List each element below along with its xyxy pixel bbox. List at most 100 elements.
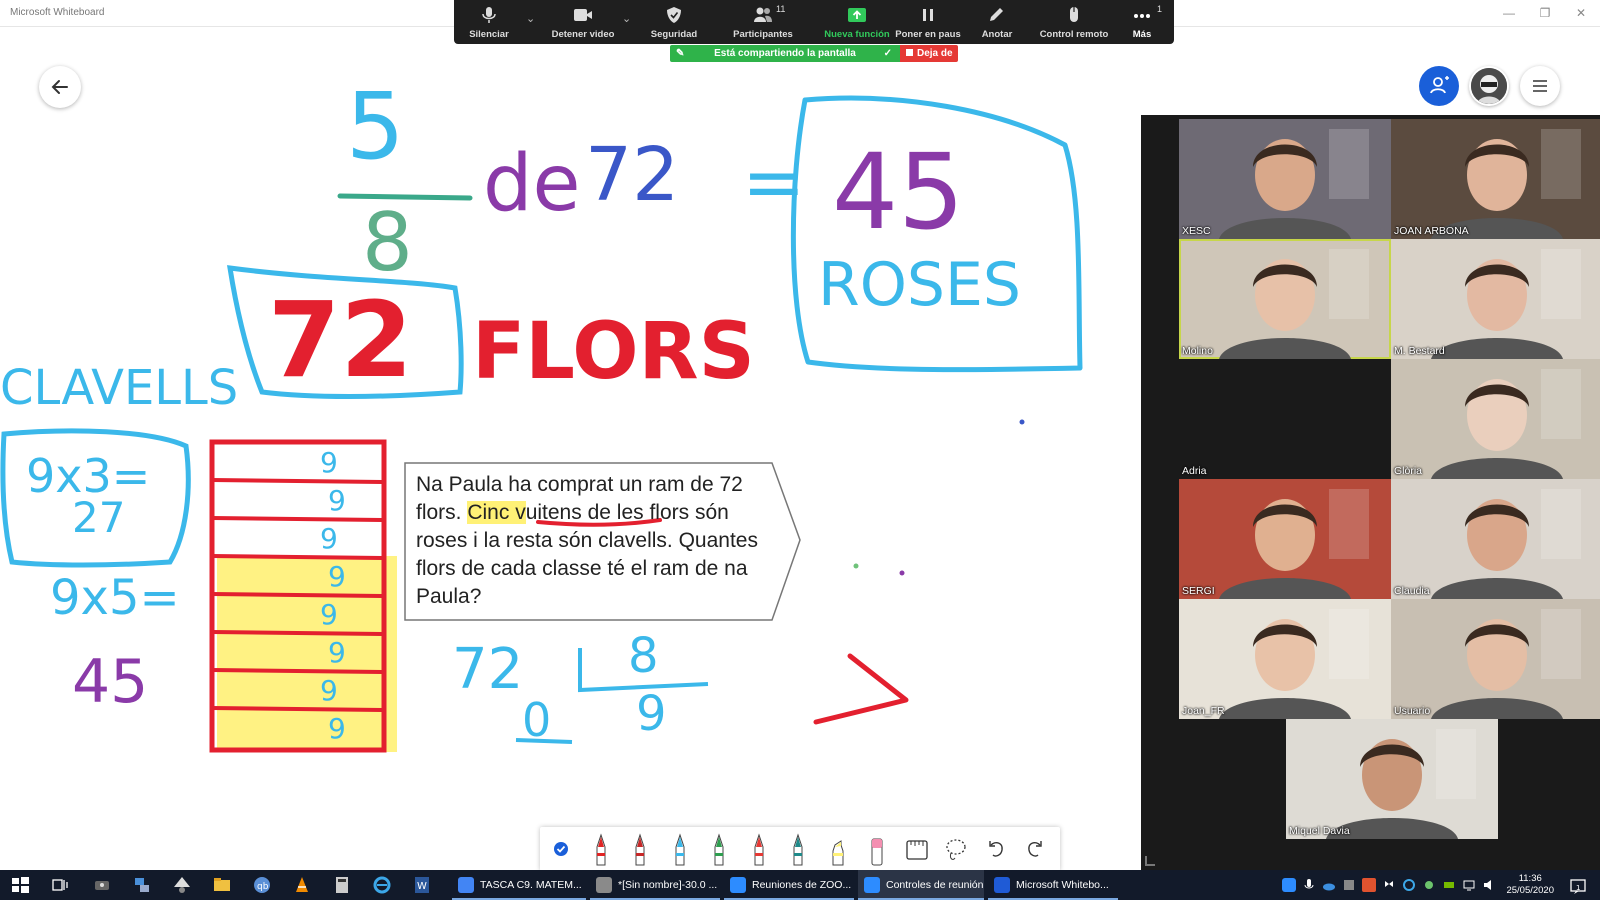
ink-dot xyxy=(1019,419,1025,425)
taskbar-app[interactable]: Controles de reunión xyxy=(858,870,984,900)
security-button[interactable]: Seguridad xyxy=(634,0,714,44)
notifications-icon[interactable]: 1 xyxy=(1568,876,1588,896)
nvidia-tray-icon[interactable] xyxy=(1442,878,1456,892)
participant-tile[interactable]: Molino xyxy=(1179,239,1391,359)
app-tray-icon[interactable] xyxy=(1342,878,1356,892)
vlc-icon[interactable] xyxy=(292,875,312,895)
windows-start-icon[interactable] xyxy=(10,875,30,895)
tool-pen-red-2[interactable] xyxy=(625,831,655,867)
tool-ruler[interactable] xyxy=(902,831,932,867)
dropbox-tray-icon[interactable] xyxy=(1382,878,1396,892)
participant-tile[interactable]: Glòria xyxy=(1391,359,1600,479)
participants-button[interactable]: 11 Participantes xyxy=(716,0,810,44)
taskbar-app[interactable]: TASCA C9. MATEM... xyxy=(452,870,586,900)
network-app-icon[interactable] xyxy=(132,875,152,895)
chevron-down-icon[interactable]: ⌄ xyxy=(526,12,538,25)
volume-tray-icon[interactable] xyxy=(1482,878,1496,892)
shield-check-icon: ✓ xyxy=(883,48,892,59)
edge-tray-icon[interactable] xyxy=(1402,878,1416,892)
whiteboard-canvas[interactable]: 5 8 de 72 = 45 ROSES 72 FLORS CLAVELLS 9… xyxy=(0,27,1141,870)
pause-icon xyxy=(923,9,933,21)
lasso-icon xyxy=(946,839,966,860)
network-tray-icon[interactable] xyxy=(1462,878,1476,892)
mute-button[interactable]: Silenciar xyxy=(454,0,524,44)
participant-video xyxy=(1431,609,1581,719)
participant-name: Claudia xyxy=(1394,585,1430,597)
problem-highlight: Cinc v xyxy=(467,501,526,524)
eraser-icon xyxy=(871,838,883,866)
participant-tile[interactable]: Usuario xyxy=(1391,599,1600,719)
chevron-down-icon[interactable]: ⌄ xyxy=(622,12,634,25)
sharing-status-banner[interactable]: ✎ Está compartiendo la pantalla ✓ xyxy=(670,45,900,62)
taskbar-app[interactable]: *[Sin nombre]-30.0 ... xyxy=(590,870,720,900)
internet-explorer-icon[interactable] xyxy=(372,875,392,895)
participant-tile[interactable]: M. Bestard xyxy=(1391,239,1600,359)
tool-select[interactable] xyxy=(546,831,576,867)
minimize-icon[interactable]: — xyxy=(1494,4,1524,22)
onedrive-tray-icon[interactable] xyxy=(1322,878,1336,892)
settings-tray-icon[interactable] xyxy=(1422,878,1436,892)
undo-icon xyxy=(988,841,1003,857)
tool-undo[interactable] xyxy=(981,831,1011,867)
qbittorrent-icon[interactable]: qb xyxy=(252,875,272,895)
user-avatar[interactable] xyxy=(1469,66,1509,106)
office-tray-icon[interactable] xyxy=(1362,878,1376,892)
menu-button[interactable] xyxy=(1520,66,1560,106)
tool-pen-green[interactable] xyxy=(704,831,734,867)
tool-pen-red-1[interactable] xyxy=(586,831,616,867)
participant-tile[interactable]: Joan_FR xyxy=(1179,599,1391,719)
taskbar-app[interactable]: Reuniones de ZOO... xyxy=(724,870,854,900)
participant-tile[interactable]: Miquel Davia xyxy=(1286,719,1498,839)
ink-calc-2-result: 45 xyxy=(72,647,148,717)
participant-name: M. Bestard xyxy=(1394,345,1445,357)
pause-share-button[interactable]: Poner en paus xyxy=(888,0,968,44)
stop-video-button[interactable]: Detener video xyxy=(538,0,628,44)
participant-name: JOAN ARBONA xyxy=(1394,225,1469,237)
check-circle-icon xyxy=(554,842,568,856)
tool-pen-blue[interactable] xyxy=(665,831,695,867)
tool-redo[interactable] xyxy=(1020,831,1050,867)
participant-tile[interactable]: Adria xyxy=(1179,359,1391,479)
more-button[interactable]: 1 Más xyxy=(1114,0,1170,44)
ink-layer: 5 8 de 72 = 45 ROSES 72 FLORS CLAVELLS 9… xyxy=(0,73,1083,753)
tool-eraser[interactable] xyxy=(862,831,892,867)
participant-tile[interactable]: SERGI xyxy=(1179,479,1391,599)
restore-icon[interactable]: ❐ xyxy=(1530,4,1560,22)
tool-highlighter[interactable] xyxy=(823,831,853,867)
video-camera-icon xyxy=(574,9,592,21)
stop-share-label: Deja de xyxy=(917,48,953,59)
file-explorer-icon[interactable] xyxy=(212,875,232,895)
participant-tile[interactable]: XESC xyxy=(1179,119,1391,239)
word-icon[interactable]: W xyxy=(412,875,432,895)
ruler-icon xyxy=(905,840,928,860)
taskbar-app-label: Controles de reunión xyxy=(886,879,984,891)
taskbar-app[interactable]: Microsoft Whitebo... xyxy=(988,870,1118,900)
ink-of-text: de xyxy=(483,139,581,229)
invite-button[interactable] xyxy=(1419,66,1459,106)
zoom-tray-icon[interactable] xyxy=(1282,878,1296,892)
back-button[interactable] xyxy=(39,66,81,108)
participant-video xyxy=(1431,489,1581,599)
close-icon[interactable]: ✕ xyxy=(1566,4,1596,22)
inkscape-icon[interactable] xyxy=(172,875,192,895)
tool-pen-red-3[interactable] xyxy=(744,831,774,867)
stop-share-button[interactable]: Deja de xyxy=(900,45,958,62)
pen-icon xyxy=(754,833,763,866)
participant-tile[interactable]: JOAN ARBONA xyxy=(1391,119,1600,239)
participant-tile[interactable]: Claudia xyxy=(1391,479,1600,599)
system-clock[interactable]: 11:36 25/05/2020 xyxy=(1506,873,1554,897)
resize-handle[interactable] xyxy=(1145,856,1155,866)
task-view-icon[interactable] xyxy=(50,875,70,895)
microphone-tray-icon[interactable] xyxy=(1302,878,1316,892)
ink-total: 72 xyxy=(585,132,679,218)
participant-video xyxy=(1219,129,1369,239)
participant-video xyxy=(1431,129,1581,239)
calculator-icon[interactable] xyxy=(332,875,352,895)
tool-lasso[interactable] xyxy=(941,831,971,867)
tool-pen-teal[interactable] xyxy=(783,831,813,867)
annotate-button[interactable]: Anotar xyxy=(962,0,1032,44)
remote-control-button[interactable]: Control remoto xyxy=(1032,0,1116,44)
app-icon[interactable] xyxy=(92,875,112,895)
ink-calc-2: 9x5= xyxy=(50,570,180,626)
participants-count: 11 xyxy=(776,4,786,14)
